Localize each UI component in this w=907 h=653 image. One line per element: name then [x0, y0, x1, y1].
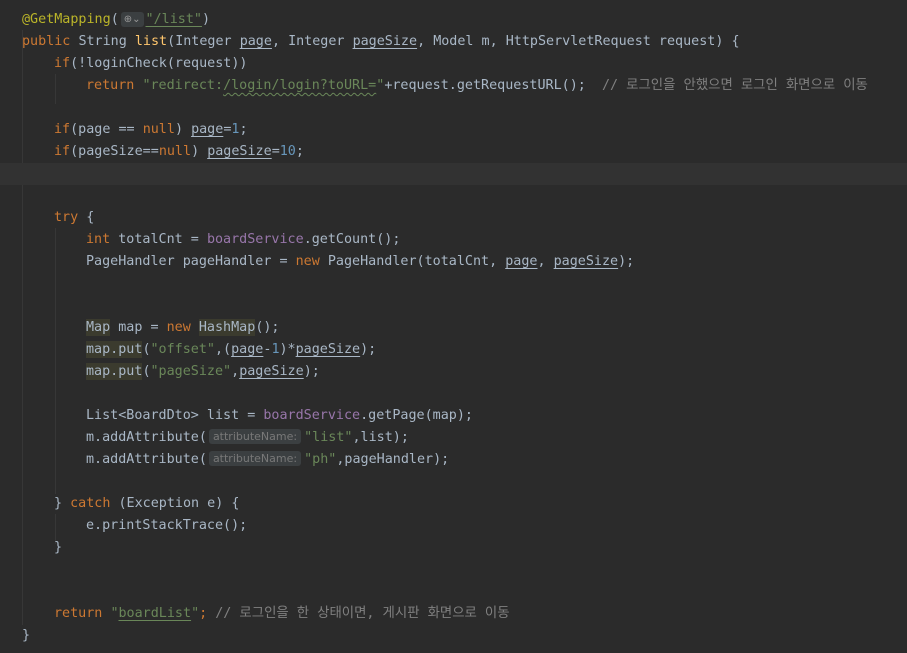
- code-line[interactable]: if(!loginCheck(request)): [0, 53, 907, 75]
- var-pagesize: pageSize: [295, 342, 361, 357]
- current-line[interactable]: [0, 163, 907, 185]
- keyword: new: [166, 320, 191, 335]
- declaration: totalCnt =: [118, 232, 207, 247]
- keyword: public: [22, 34, 71, 49]
- keyword: if: [54, 144, 71, 159]
- type-name: String: [78, 34, 127, 49]
- number: 10: [279, 144, 296, 159]
- keyword: int: [86, 232, 111, 247]
- code-line[interactable]: } catch (Exception e) {: [0, 493, 907, 515]
- method-call: map.put: [86, 363, 143, 380]
- keyword: return: [86, 78, 135, 93]
- keyword: return: [54, 606, 103, 621]
- catch-clause: (Exception e) {: [110, 496, 240, 511]
- annotation: @GetMapping: [22, 12, 111, 27]
- code-line[interactable]: return "boardList"; // 로그인을 한 상태이면, 게시판 …: [0, 603, 907, 625]
- code-line[interactable]: }: [0, 625, 907, 647]
- string-literal: "redirect:: [142, 78, 224, 93]
- arguments: ,pageHandler);: [336, 452, 450, 467]
- comment: // 로그인을 안했으면 로그인 화면으로 이동: [601, 78, 868, 93]
- code-line[interactable]: int totalCnt = boardService.getCount();: [0, 229, 907, 251]
- string-literal-url[interactable]: /login/login?toURL=: [223, 78, 376, 93]
- type-name: Integer: [288, 34, 345, 49]
- declaration: List<BoardDto> list =: [86, 408, 264, 423]
- code-line[interactable]: e.printStackTrace();: [0, 515, 907, 537]
- param-page: page: [239, 34, 272, 49]
- expression: +request.getRequestURL();: [384, 78, 586, 93]
- param-pagesize: pageSize: [352, 34, 418, 49]
- keyword: null: [142, 122, 175, 137]
- var-page: page: [231, 342, 264, 357]
- declaration: map =: [110, 320, 167, 335]
- code-line[interactable]: m.addAttribute(attributeName: "ph",pageHa…: [0, 449, 907, 471]
- code-line[interactable]: map.put("offset",(page-1)*pageSize);: [0, 339, 907, 361]
- type-name: Map: [86, 319, 111, 336]
- method-call: m.addAttribute(: [86, 452, 207, 467]
- code-line[interactable]: if(pageSize==null) pageSize=10;: [0, 141, 907, 163]
- string-literal: "pageSize": [150, 364, 232, 379]
- parameter-hint: attributeName:: [208, 429, 302, 444]
- string-literal: "offset": [150, 342, 216, 357]
- declaration: PageHandler pageHandler =: [86, 254, 296, 269]
- field-board-service: boardService: [263, 408, 361, 423]
- mapping-path[interactable]: "/list": [146, 12, 202, 27]
- code-line[interactable]: public String list(Integer page, Integer…: [0, 31, 907, 53]
- type-name: Integer: [175, 34, 232, 49]
- arguments: ,list);: [352, 430, 409, 445]
- condition: (!loginCheck(request)): [70, 56, 248, 71]
- field-board-service: boardService: [206, 232, 304, 247]
- method-call: m.addAttribute(: [86, 430, 207, 445]
- code-line[interactable]: if(page == null) page=1;: [0, 119, 907, 141]
- number: 1: [271, 342, 280, 357]
- var-pagesize: pageSize: [239, 364, 304, 379]
- constructor-call: PageHandler(totalCnt,: [319, 254, 506, 269]
- code-line[interactable]: map.put("pageSize",pageSize);: [0, 361, 907, 383]
- comment: // 로그인을 한 상태이면, 게시판 화면으로 이동: [215, 606, 510, 621]
- params-rest: Model m, HttpServletRequest request) {: [433, 34, 740, 49]
- code-line[interactable]: m.addAttribute(attributeName: "list",list…: [0, 427, 907, 449]
- code-line[interactable]: PageHandler pageHandler = new PageHandle…: [0, 251, 907, 273]
- method-call: e.printStackTrace();: [86, 518, 248, 533]
- number: 1: [231, 122, 240, 137]
- keyword: if: [54, 122, 71, 137]
- var-pagesize: pageSize: [207, 144, 272, 159]
- string-literal: "list": [304, 430, 353, 445]
- method-name: list: [134, 34, 168, 49]
- view-name-link[interactable]: boardList: [119, 606, 192, 621]
- var-page: page: [505, 254, 538, 269]
- code-editor[interactable]: @GetMapping(⊕⌄ "/list") public String lis…: [0, 0, 907, 653]
- method-call: .getCount();: [303, 232, 401, 247]
- keyword: if: [54, 56, 71, 71]
- type-name: HashMap: [198, 319, 256, 336]
- keyword: null: [158, 144, 192, 159]
- keyword: catch: [70, 496, 111, 511]
- var-page: page: [191, 122, 224, 137]
- method-call: .getPage(map);: [360, 408, 473, 423]
- code-line[interactable]: Map map = new HashMap();: [0, 317, 907, 339]
- keyword: try: [54, 210, 79, 225]
- code-line[interactable]: try {: [0, 207, 907, 229]
- method-call: map.put: [86, 341, 143, 358]
- web-endpoint-icon[interactable]: ⊕⌄: [120, 12, 144, 27]
- var-pagesize: pageSize: [553, 254, 619, 269]
- code-line[interactable]: return "redirect:/login/login?toURL="+re…: [0, 75, 907, 97]
- code-line[interactable]: @GetMapping(⊕⌄ "/list"): [0, 9, 907, 31]
- code-line[interactable]: }: [0, 537, 907, 559]
- code-line[interactable]: List<BoardDto> list = boardService.getPa…: [0, 405, 907, 427]
- string-literal: "ph": [304, 452, 337, 467]
- parameter-hint: attributeName:: [208, 451, 302, 466]
- keyword: new: [295, 254, 320, 269]
